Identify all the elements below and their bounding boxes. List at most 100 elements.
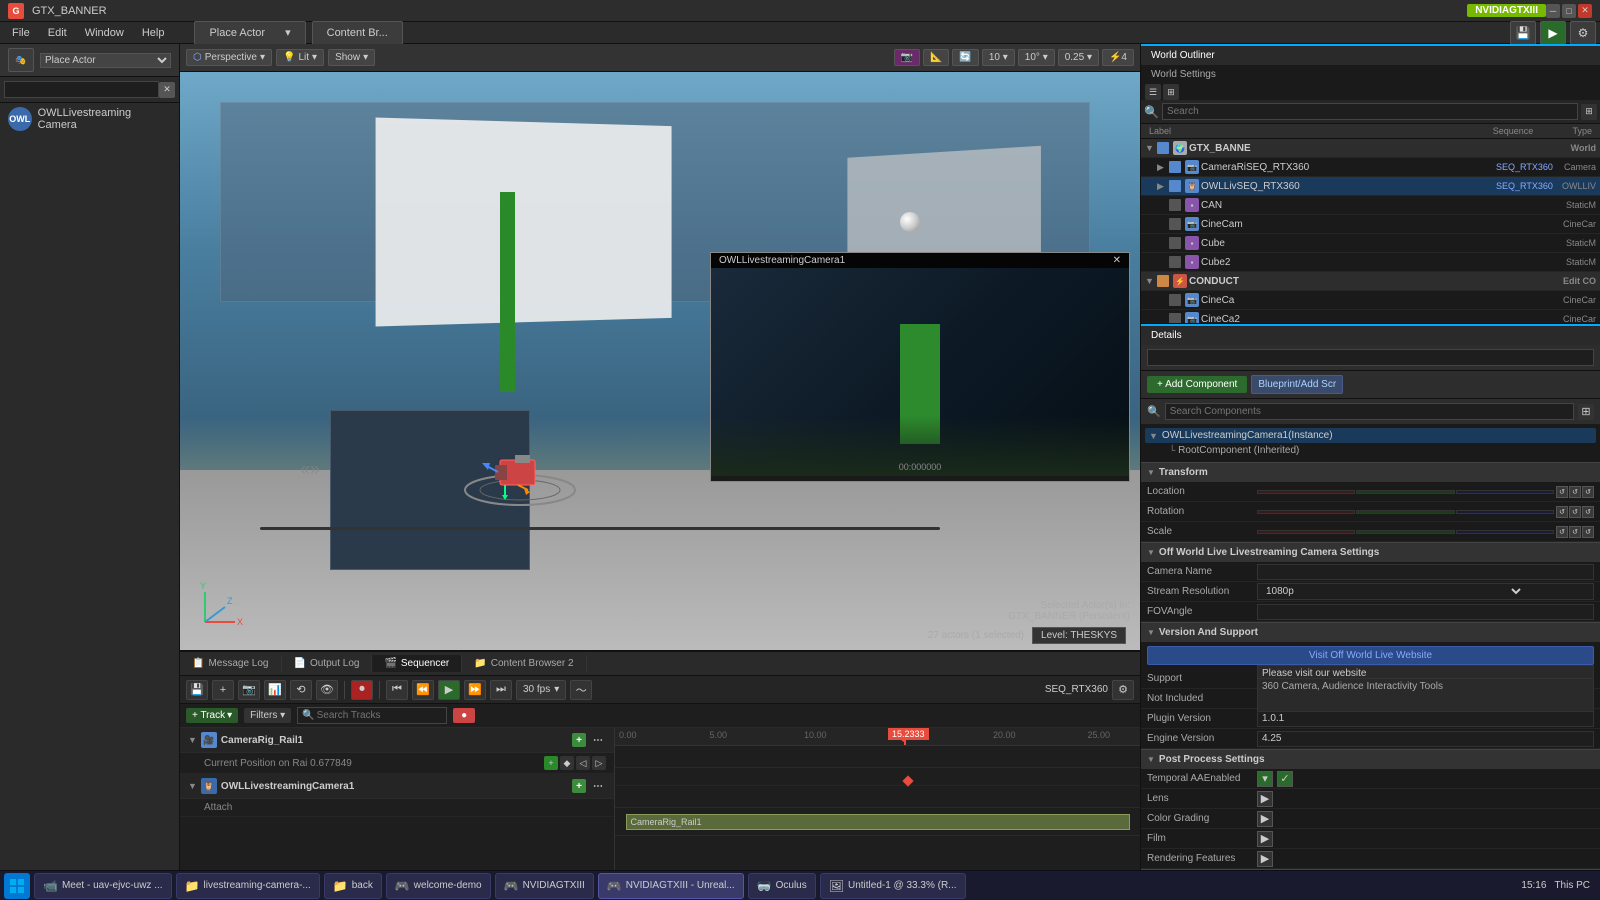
viewport-rot-val[interactable]: 10° ▾ (1018, 49, 1055, 66)
viewport-tool-1[interactable]: 📷 (894, 49, 920, 66)
tab-content-browser[interactable]: 📁 Content Browser 2 (462, 655, 586, 672)
fps-dropdown[interactable]: 30 fps ▾ (516, 680, 566, 700)
filters-button[interactable]: Filters ▾ (244, 708, 291, 723)
search-clear-button[interactable]: ✕ (159, 82, 175, 98)
seq-save-btn[interactable]: 💾 (186, 680, 208, 700)
tab-sequencer[interactable]: 🎬 Sequencer (372, 655, 462, 672)
close-button[interactable]: ✕ (1578, 4, 1592, 18)
viewport-container[interactable]: «» X Y Z (180, 72, 1140, 650)
track-group-owl-camera[interactable]: ▼ 🦉 OWLLivestreamingCamera1 + ⋯ (180, 774, 614, 799)
version-support-header[interactable]: Version And Support (1141, 622, 1600, 642)
outliner-search-input[interactable] (1162, 103, 1578, 120)
seq-camera-btn[interactable]: 📷 (238, 680, 260, 700)
seq-fwd-end-btn[interactable]: ⏭ (490, 680, 512, 700)
play-btn[interactable]: ▶ (1540, 21, 1566, 45)
loc-x[interactable] (1257, 490, 1355, 494)
track-kebab-camera-rig[interactable]: ⋯ (590, 732, 606, 748)
vis-icon-9[interactable] (1169, 294, 1181, 306)
minimize-button[interactable]: ─ (1546, 4, 1560, 18)
track-sub-position[interactable]: Current Position on Rai 0.677849 + ◆ ◁ ▷ (180, 753, 614, 774)
content-browser-dropdown[interactable]: Content Br... (312, 21, 403, 45)
rot-z[interactable] (1456, 510, 1554, 514)
rot-reset-z[interactable]: ↺ (1582, 506, 1594, 518)
track-sub-attach[interactable]: Attach (180, 799, 614, 817)
tab-details[interactable]: Details (1141, 324, 1600, 345)
camera-name-input[interactable]: OWLLivestreamingCamera1 (1147, 349, 1594, 366)
vis-icon-10[interactable] (1169, 313, 1181, 323)
viewport-cam-speed[interactable]: ⚡4 (1102, 49, 1134, 66)
maximize-button[interactable]: □ (1562, 4, 1576, 18)
actor-search-input[interactable]: owl (4, 81, 159, 98)
seq-eye-btn[interactable]: 👁 (316, 680, 338, 700)
settings-btn[interactable]: ⚙ (1570, 21, 1596, 45)
vis-icon-7[interactable] (1169, 256, 1181, 268)
start-button[interactable] (4, 873, 30, 899)
outliner-options[interactable]: ☰ (1145, 84, 1161, 100)
camera-name-value[interactable]: OWLLivestream... (1257, 564, 1594, 580)
taskbar-meet[interactable]: 📹 Meet - uav-ejvc-uwz ... (34, 873, 172, 899)
search-tracks-input[interactable] (317, 710, 449, 721)
seq-transform-btn[interactable]: ⟲ (290, 680, 312, 700)
preview-close[interactable]: ✕ (1113, 255, 1121, 266)
menu-edit[interactable]: Edit (40, 25, 75, 41)
scale-z[interactable] (1456, 530, 1554, 534)
viewport-scale-val[interactable]: 0.25 ▾ (1058, 49, 1099, 66)
outliner-item-camera-rig[interactable]: ▶ 📷 CameraRiSEQ_RTX360 SEQ_RTX360 Camera (1141, 158, 1600, 177)
seq-record-btn[interactable]: ⏺ (351, 680, 373, 700)
rot-reset-x[interactable]: ↺ (1556, 506, 1568, 518)
seq-rewind-btn[interactable]: ⏮ (386, 680, 408, 700)
post-process-header[interactable]: Post Process Settings (1141, 749, 1600, 769)
temporal-aa-checkbox[interactable]: ✓ (1277, 771, 1293, 787)
tab-world-outliner[interactable]: World Outliner (1141, 44, 1600, 65)
place-actor-dropdown[interactable]: Place Actor ▾ (194, 21, 305, 45)
seq-step-back-btn[interactable]: ⏪ (412, 680, 434, 700)
rot-y[interactable] (1356, 510, 1454, 514)
stream-resolution-value[interactable]: 1080p 720p 4K (1257, 583, 1594, 600)
level-badge[interactable]: Level: THESKYS (1032, 627, 1126, 644)
scale-x[interactable] (1257, 530, 1355, 534)
outliner-item-conduct[interactable]: ▼ ⚡ CONDUCT Edit CO (1141, 272, 1600, 291)
loc-reset-z[interactable]: ↺ (1582, 486, 1594, 498)
perspective-button[interactable]: ⬡ Perspective ▾ (186, 49, 272, 66)
outliner-item-cube[interactable]: ▪ Cube StaticM (1141, 234, 1600, 253)
scale-reset-x[interactable]: ↺ (1556, 526, 1568, 538)
transform-section-header[interactable]: Transform (1141, 462, 1600, 482)
seq-chart-btn[interactable]: 📊 (264, 680, 286, 700)
show-button[interactable]: Show ▾ (328, 49, 375, 66)
taskbar-nvidia[interactable]: 🎮 NVIDIAGTXIII (495, 873, 594, 899)
taskbar-livestreaming[interactable]: 📁 livestreaming-camera-... (176, 873, 320, 899)
viewport-tool-3[interactable]: 🔄 (952, 49, 978, 66)
loc-reset-x[interactable]: ↺ (1556, 486, 1568, 498)
outliner-item-cinecam[interactable]: 📷 CineCam CineCar (1141, 215, 1600, 234)
record-button[interactable]: ● (453, 708, 475, 723)
track-kebab-owl[interactable]: ⋯ (590, 778, 606, 794)
track-group-camera-rig[interactable]: ▼ 🎥 CameraRig_Rail1 + ⋯ (180, 728, 614, 753)
lit-button[interactable]: 💡 Lit ▾ (276, 49, 324, 66)
add-component-button[interactable]: + Add Component (1147, 376, 1247, 393)
film-expand[interactable]: ▶ (1257, 831, 1273, 847)
component-root[interactable]: └ RootComponent (Inherited) (1145, 443, 1596, 458)
stream-resolution-select[interactable]: 1080p 720p 4K (1262, 585, 1524, 598)
rot-reset-y[interactable]: ↺ (1569, 506, 1581, 518)
outliner-item-cube2[interactable]: ▪ Cube2 StaticM (1141, 253, 1600, 272)
vis-icon-6[interactable] (1169, 237, 1181, 249)
seq-step-fwd-btn[interactable]: ⏩ (464, 680, 486, 700)
taskbar-unreal[interactable]: 🎮 NVIDIAGTXIII - Unreal... (598, 873, 744, 899)
outliner-item-owl[interactable]: ▶ 🦉 OWLLivSEQ_RTX360 SEQ_RTX360 OWLLIV (1141, 177, 1600, 196)
color-grading-expand[interactable]: ▶ (1257, 811, 1273, 827)
scale-reset-z[interactable]: ↺ (1582, 526, 1594, 538)
rendering-expand[interactable]: ▶ (1257, 851, 1273, 867)
component-grid-icon[interactable]: ⊞ (1578, 404, 1594, 420)
viewport-snap-val[interactable]: 10 ▾ (982, 49, 1015, 66)
vis-icon[interactable] (1157, 142, 1169, 154)
tab-output-log[interactable]: 📄 Output Log (282, 655, 373, 672)
seq-play-btn[interactable]: ▶ (438, 680, 460, 700)
add-track-button[interactable]: + Track ▾ (186, 708, 238, 723)
vis-icon-8[interactable] (1157, 275, 1169, 287)
viewport-tool-2[interactable]: 📐 (923, 49, 949, 66)
vis-icon-4[interactable] (1169, 199, 1181, 211)
outliner-settings[interactable]: ⊞ (1163, 84, 1179, 100)
scale-y[interactable] (1356, 530, 1454, 534)
scale-reset-y[interactable]: ↺ (1569, 526, 1581, 538)
outliner-item-gtx[interactable]: ▼ 🌍 GTX_BANNE World (1141, 139, 1600, 158)
